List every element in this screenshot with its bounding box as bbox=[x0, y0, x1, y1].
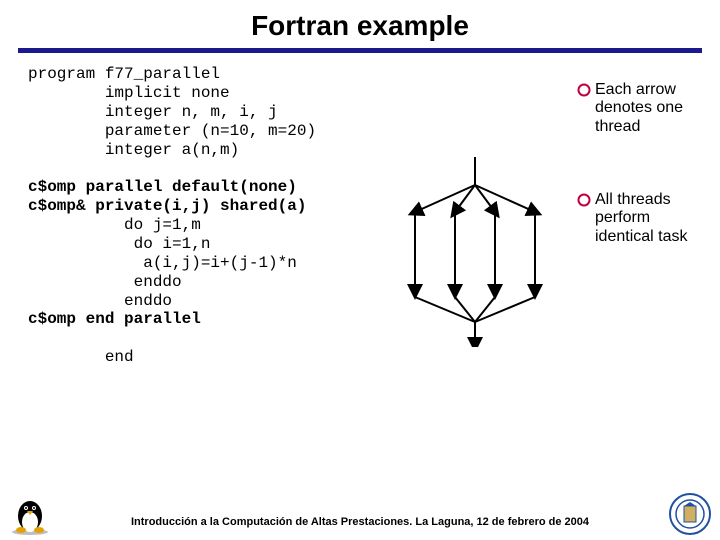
code-line: integer n, m, i, j bbox=[28, 103, 278, 121]
code-line: integer a(n,m) bbox=[28, 141, 239, 159]
title-underline bbox=[18, 48, 702, 53]
code-line-bold: c$omp end parallel bbox=[28, 310, 201, 328]
page-title: Fortran example bbox=[0, 0, 720, 48]
code-line: parameter (n=10, m=20) bbox=[28, 122, 316, 140]
code-line: a(i,j)=i+(j-1)*n bbox=[28, 254, 297, 272]
bullet-1: Each arrow denotes one thread bbox=[577, 81, 702, 136]
slide: Fortran example program f77_parallel imp… bbox=[0, 0, 720, 540]
code-line: enddo bbox=[28, 273, 182, 291]
code-line: do j=1,m bbox=[28, 216, 201, 234]
code-line-bold: c$omp parallel default(none) bbox=[28, 178, 297, 196]
code-line: implicit none bbox=[28, 84, 230, 102]
linux-logo-icon bbox=[8, 492, 52, 536]
code-line: program f77_parallel bbox=[28, 65, 220, 83]
content-area: program f77_parallel implicit none integ… bbox=[0, 61, 720, 475]
footer-text: Introducción a la Computación de Altas P… bbox=[0, 516, 720, 528]
bullet-text: Each arrow denotes one thread bbox=[595, 81, 702, 136]
code-line: do i=1,n bbox=[28, 235, 210, 253]
code-line-bold: c$omp& private(i,j) shared(a) bbox=[28, 197, 306, 215]
code-line: end bbox=[28, 348, 134, 366]
bullet-icon bbox=[577, 193, 591, 207]
university-logo-icon bbox=[668, 492, 712, 536]
bullet-icon bbox=[577, 83, 591, 97]
code-line: enddo bbox=[28, 292, 172, 310]
bullet-text: All threads perform identical task bbox=[595, 191, 702, 246]
bullet-2: All threads perform identical task bbox=[577, 191, 702, 246]
